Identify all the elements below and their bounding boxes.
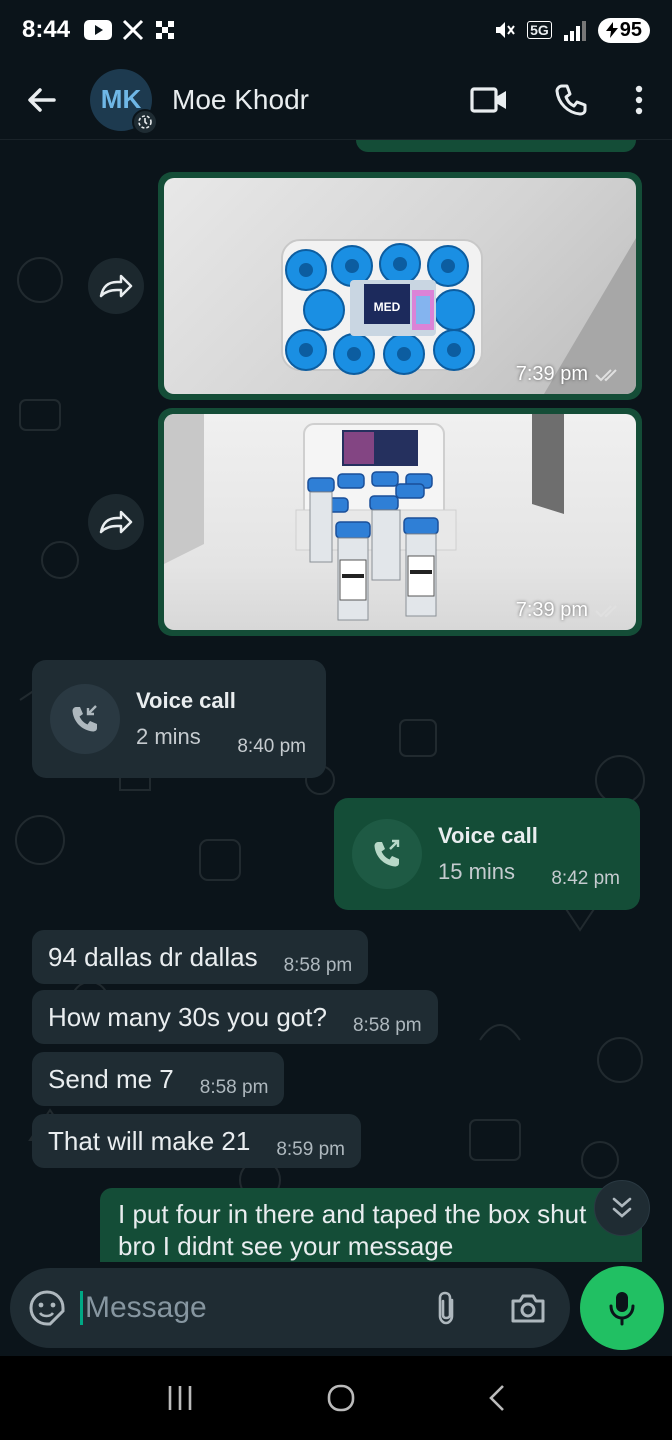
more-vert-icon[interactable] [634, 85, 644, 115]
message-meta: 7:39 pm [516, 363, 622, 386]
mic-icon [609, 1292, 635, 1326]
video-call-icon[interactable] [470, 85, 508, 115]
call-status-icon [50, 684, 120, 754]
message-time: 7:39 pm [515, 363, 588, 385]
call-duration: 15 mins [438, 859, 516, 884]
status-bar: 8:44 5G 95 [0, 0, 672, 60]
message-text: How many 30s you got? [48, 1001, 327, 1032]
message-text: That will make 21 [48, 1125, 251, 1156]
message-time: 8:42 pm [551, 868, 620, 889]
signal-icon [563, 21, 586, 41]
vials-photo[interactable]: 7:39 pm [164, 414, 636, 630]
chat-area[interactable]: MED 7:39 pm 7:39 pm Voice call 2 mins 8:… [0, 140, 672, 1262]
disappearing-timer-icon [132, 108, 158, 135]
text-message[interactable]: That will make 21 8:59 pm [32, 1114, 361, 1168]
camera-icon[interactable] [510, 1292, 546, 1324]
forward-icon [99, 274, 133, 298]
message-time: 8:40 pm [237, 736, 306, 757]
home-icon[interactable] [326, 1383, 356, 1413]
x-app-icon [122, 19, 144, 41]
message-time: 8:58 pm [199, 1077, 269, 1098]
text-message-outgoing[interactable]: I put four in there and taped the box sh… [100, 1188, 642, 1262]
call-status-icon [352, 819, 422, 889]
mic-button[interactable] [580, 1266, 664, 1350]
phone-icon[interactable] [554, 83, 588, 117]
text-message[interactable]: Send me 7 8:58 pm [32, 1052, 285, 1106]
message-time: 8:59 pm [276, 1139, 345, 1160]
sticker-icon[interactable] [28, 1289, 66, 1327]
grid-app-icon [156, 21, 175, 39]
incoming-voice-call[interactable]: Voice call 2 mins 8:40 pm [32, 660, 326, 778]
message-text: I put four in there and taped the box sh… [118, 1199, 587, 1261]
scroll-to-bottom-button[interactable] [594, 1180, 650, 1236]
image-message[interactable]: MED 7:39 pm [158, 172, 642, 400]
vial-box-photo[interactable]: MED 7:39 pm [164, 178, 636, 394]
vials-image [164, 414, 564, 621]
text-message[interactable]: 94 dallas dr dallas 8:58 pm [32, 930, 369, 984]
product-label: MED [374, 300, 401, 314]
system-nav-bar [0, 1356, 672, 1440]
message-meta: 7:39 pm [516, 599, 622, 622]
message-input[interactable] [80, 1291, 380, 1325]
chevron-double-down-icon [612, 1197, 632, 1218]
attach-icon[interactable] [434, 1290, 458, 1326]
message-time: 8:58 pm [283, 955, 353, 976]
outgoing-voice-call[interactable]: Voice call 15 mins 8:42 pm [334, 798, 640, 910]
image-message[interactable]: 7:39 pm [158, 408, 642, 636]
composer [0, 1262, 672, 1356]
recent-apps-icon[interactable] [165, 1384, 195, 1412]
text-message[interactable]: How many 30s you got? 8:58 pm [32, 990, 438, 1044]
back-arrow-icon[interactable] [26, 84, 58, 116]
message-time: 7:39 pm [515, 599, 588, 621]
call-title: Voice call [438, 823, 538, 848]
call-title: Voice call [136, 688, 236, 713]
youtube-icon [84, 20, 113, 40]
system-back-icon[interactable] [487, 1383, 507, 1413]
read-ticks-icon [595, 604, 617, 617]
avatar[interactable]: MK [90, 68, 158, 135]
contact-name[interactable]: Moe Khodr [172, 84, 309, 116]
forward-icon [99, 510, 133, 534]
read-ticks-icon [595, 368, 617, 381]
message-input-box[interactable] [10, 1268, 570, 1348]
outgoing-call-icon [374, 839, 400, 867]
call-duration: 2 mins [136, 724, 201, 749]
message-text: Send me 7 [48, 1063, 174, 1094]
vial-box-image: MED [281, 238, 636, 394]
mute-icon [496, 22, 515, 38]
incoming-call-icon [72, 705, 97, 732]
previous-message-bubble[interactable] [356, 140, 636, 152]
message-text: 94 dallas dr dallas [48, 941, 258, 972]
forward-button[interactable] [88, 258, 144, 314]
battery-indicator: 95 [597, 17, 650, 43]
chat-header: MK Moe Khodr [0, 60, 672, 140]
message-time: 8:58 pm [352, 1015, 422, 1036]
status-time: 8:44 [22, 16, 71, 43]
forward-button[interactable] [88, 494, 144, 550]
network-indicator: 5G [527, 21, 552, 39]
charging-icon [605, 22, 618, 38]
